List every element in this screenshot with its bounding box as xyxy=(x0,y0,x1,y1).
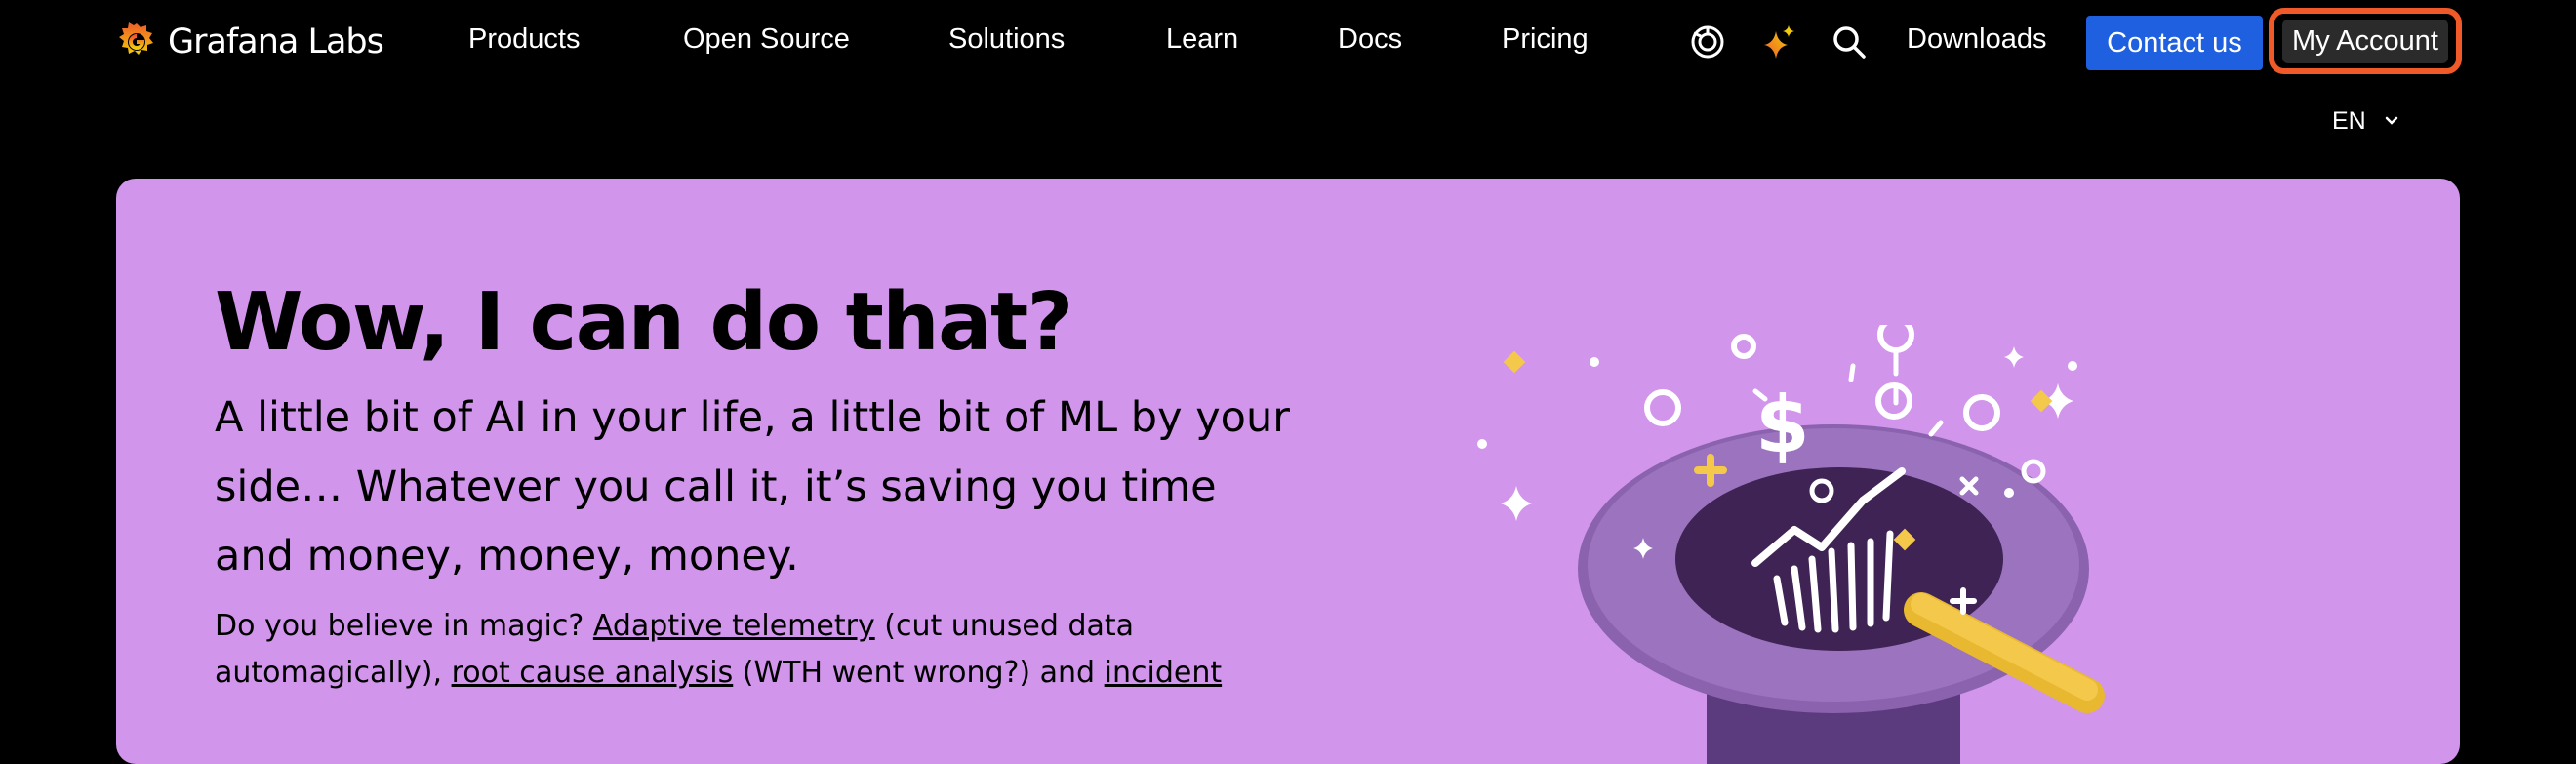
nav-open-source[interactable]: Open Source xyxy=(683,23,850,56)
nav-pricing[interactable]: Pricing xyxy=(1502,23,1589,56)
hero-body-intro: Do you believe in magic? xyxy=(215,609,593,643)
search-icon[interactable] xyxy=(1831,23,1868,60)
nav-learn[interactable]: Learn xyxy=(1166,23,1238,56)
language-selector[interactable]: EN xyxy=(2332,103,2399,139)
top-navigation: Grafana Labs Products Open Source Soluti… xyxy=(0,0,2576,135)
grafana-play-icon[interactable] xyxy=(1689,23,1726,60)
grafana-labs-logo[interactable]: Grafana Labs xyxy=(115,18,384,66)
my-account-button[interactable]: My Account xyxy=(2269,8,2462,74)
hero-body: Do you believe in magic? Adaptive teleme… xyxy=(215,603,1288,697)
root-cause-analysis-link[interactable]: root cause analysis xyxy=(452,656,734,690)
chevron-down-icon xyxy=(2385,116,2397,125)
adaptive-telemetry-link[interactable]: Adaptive telemetry xyxy=(593,609,875,643)
hero-body-text-2: (WTH went wrong?) and xyxy=(733,656,1105,690)
brand-name: Grafana Labs xyxy=(168,22,384,61)
incident-link[interactable]: incident xyxy=(1105,656,1222,690)
pin-icons xyxy=(1644,325,2000,431)
ai-sparkle-icon[interactable] xyxy=(1760,23,1797,60)
magic-hat-illustration: $ xyxy=(1477,325,2105,764)
my-account-label: My Account xyxy=(2282,19,2448,63)
nav-products[interactable]: Products xyxy=(468,23,580,56)
hero-banner: Wow, I can do that? A little bit of AI i… xyxy=(116,179,2460,764)
nav-downloads[interactable]: Downloads xyxy=(1907,23,2046,56)
nav-docs[interactable]: Docs xyxy=(1338,23,1402,56)
grafana-logo-icon xyxy=(119,22,153,55)
language-label: EN xyxy=(2332,106,2366,135)
contact-us-button[interactable]: Contact us xyxy=(2086,16,2263,70)
nav-solutions[interactable]: Solutions xyxy=(948,23,1065,56)
hero-title: Wow, I can do that? xyxy=(215,276,1073,369)
dollar-icon: $ xyxy=(1755,380,1810,470)
hero-subtitle: A little bit of AI in your life, a littl… xyxy=(215,393,1290,581)
